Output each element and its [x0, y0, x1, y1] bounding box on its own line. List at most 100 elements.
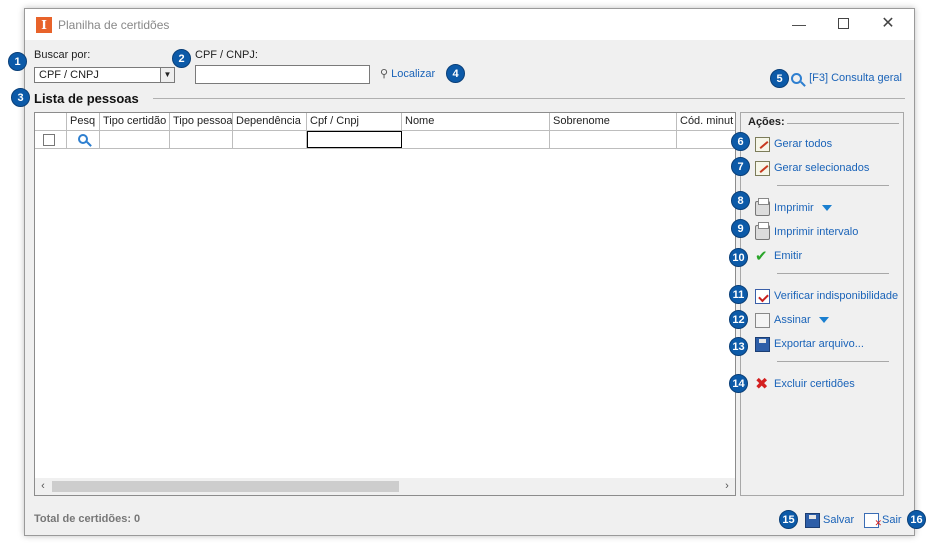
- actions-divider: [777, 273, 889, 274]
- dropdown-arrow-icon[interactable]: [818, 317, 829, 324]
- lista-pessoas-title: Lista de pessoas: [34, 91, 139, 106]
- checkmark-icon: ✔: [755, 247, 768, 265]
- total-certidoes: Total de certidões: 0: [34, 513, 141, 525]
- imprimir-button[interactable]: Imprimir: [755, 197, 832, 217]
- assinar-button[interactable]: Assinar: [755, 311, 829, 329]
- scroll-right-icon[interactable]: ›: [719, 479, 735, 494]
- callout-badge: 6: [731, 132, 750, 151]
- assinar-label: Assinar: [774, 314, 811, 326]
- clipboard-check-icon: [755, 288, 770, 304]
- row-cod-minuta-cell[interactable]: [677, 131, 735, 148]
- minimize-button[interactable]: —: [787, 14, 811, 34]
- column-header-tipo-certidao[interactable]: Tipo certidão: [100, 113, 170, 130]
- row-pesq-cell[interactable]: [67, 131, 100, 148]
- window-title: Planilha de certidões: [58, 18, 170, 32]
- callout-badge: 15: [779, 510, 798, 529]
- callout-badge: 12: [729, 310, 748, 329]
- column-header-tipo-pessoa[interactable]: Tipo pessoa: [170, 113, 233, 130]
- row-checkbox[interactable]: [43, 134, 55, 146]
- callout-badge: 4: [446, 64, 465, 83]
- callout-badge: 8: [731, 191, 750, 210]
- column-header-select[interactable]: [35, 113, 67, 130]
- callout-badge: 2: [172, 49, 191, 68]
- callout-badge: 11: [729, 285, 748, 304]
- callout-badge: 5: [770, 69, 789, 88]
- callout-badge: 7: [731, 157, 750, 176]
- callout-badge: 9: [731, 219, 750, 238]
- row-cpf-cnpj-cell[interactable]: [307, 131, 402, 148]
- scroll-left-icon[interactable]: ‹: [35, 479, 51, 494]
- sair-label: Sair: [882, 514, 902, 526]
- search-icon: [791, 72, 802, 84]
- exit-icon: [864, 512, 882, 532]
- grid-header: Pesq Tipo certidão Tipo pessoa Dependênc…: [35, 113, 735, 131]
- localizar-label: Localizar: [391, 68, 436, 80]
- row-select-cell[interactable]: [35, 131, 67, 148]
- exportar-arquivo-button[interactable]: Exportar arquivo...: [755, 335, 864, 353]
- localizar-button[interactable]: ⚲ Localizar: [380, 67, 435, 80]
- actions-divider: [777, 361, 889, 362]
- callout-badge: 10: [729, 248, 748, 267]
- column-header-cod-minuta[interactable]: Cód. minut: [677, 113, 735, 130]
- column-header-pesq[interactable]: Pesq: [67, 113, 100, 130]
- imprimir-intervalo-label: Imprimir intervalo: [774, 226, 859, 238]
- scrollbar-thumb[interactable]: [52, 481, 399, 492]
- printer-icon: [755, 197, 770, 216]
- certificate-icon: [755, 312, 770, 328]
- gerar-todos-button[interactable]: Gerar todos: [755, 135, 832, 153]
- buscar-por-select[interactable]: CPF / CNPJ ▼: [34, 67, 175, 83]
- column-header-dependencia[interactable]: Dependência: [233, 113, 307, 130]
- verificar-indisponibilidade-button[interactable]: Verificar indisponibilidade: [755, 287, 898, 305]
- consulta-geral-label: [F3] Consulta geral: [809, 72, 902, 84]
- document-edit-icon: [755, 136, 770, 152]
- row-nome-cell[interactable]: [402, 131, 550, 148]
- delete-x-icon: ✖: [755, 375, 769, 393]
- callout-badge: 16: [907, 510, 926, 529]
- search-icon[interactable]: [78, 134, 88, 145]
- imprimir-intervalo-button[interactable]: Imprimir intervalo: [755, 221, 859, 241]
- cpf-cnpj-input[interactable]: [195, 65, 370, 84]
- sair-button[interactable]: Sair: [864, 511, 902, 532]
- callout-badge: 14: [729, 374, 748, 393]
- maximize-icon: [837, 18, 849, 29]
- dropdown-arrow-icon[interactable]: [821, 205, 832, 212]
- salvar-button[interactable]: Salvar: [805, 511, 854, 529]
- pessoas-grid[interactable]: Pesq Tipo certidão Tipo pessoa Dependênc…: [34, 112, 736, 496]
- actions-title: Ações:: [748, 116, 785, 128]
- row-sobrenome-cell[interactable]: [550, 131, 677, 148]
- document-edit-icon: [755, 160, 770, 176]
- save-disk-icon: [805, 512, 820, 528]
- imprimir-label: Imprimir: [774, 202, 814, 214]
- row-dependencia-cell[interactable]: [233, 131, 307, 148]
- actions-divider: [787, 123, 899, 124]
- excluir-certidoes-button[interactable]: ✖ Excluir certidões: [755, 375, 855, 393]
- gerar-todos-label: Gerar todos: [774, 138, 833, 150]
- maximize-button[interactable]: [831, 14, 855, 34]
- horizontal-scrollbar[interactable]: ‹ ›: [35, 478, 735, 495]
- buscar-por-value: CPF / CNPJ: [39, 69, 99, 81]
- gerar-selecionados-label: Gerar selecionados: [774, 162, 870, 174]
- column-header-sobrenome[interactable]: Sobrenome: [550, 113, 677, 130]
- column-header-cpf-cnpj[interactable]: Cpf / Cnpj: [307, 113, 402, 130]
- row-tipo-certidao-cell[interactable]: [100, 131, 170, 148]
- save-disk-icon: [755, 336, 770, 352]
- excluir-label: Excluir certidões: [774, 378, 855, 390]
- emitir-button[interactable]: ✔ Emitir: [755, 247, 802, 265]
- printer-icon: [755, 221, 770, 240]
- cpf-cnpj-label: CPF / CNPJ:: [195, 49, 258, 61]
- callout-badge: 3: [11, 88, 30, 107]
- table-row[interactable]: [35, 131, 735, 149]
- consulta-geral-button[interactable]: [F3] Consulta geral: [791, 72, 902, 84]
- app-icon: I: [36, 17, 52, 33]
- row-tipo-pessoa-cell[interactable]: [170, 131, 233, 148]
- verificar-label: Verificar indisponibilidade: [774, 290, 899, 302]
- callout-badge: 13: [729, 337, 748, 356]
- close-button[interactable]: ✕: [876, 14, 900, 34]
- column-header-nome[interactable]: Nome: [402, 113, 550, 130]
- dropdown-arrow-icon[interactable]: ▼: [160, 68, 174, 82]
- section-divider: [153, 98, 905, 99]
- gerar-selecionados-button[interactable]: Gerar selecionados: [755, 159, 869, 177]
- callout-badge: 1: [8, 52, 27, 71]
- actions-panel: Ações: Gerar todos Gerar selecionados Im…: [740, 112, 904, 496]
- salvar-label: Salvar: [823, 514, 855, 526]
